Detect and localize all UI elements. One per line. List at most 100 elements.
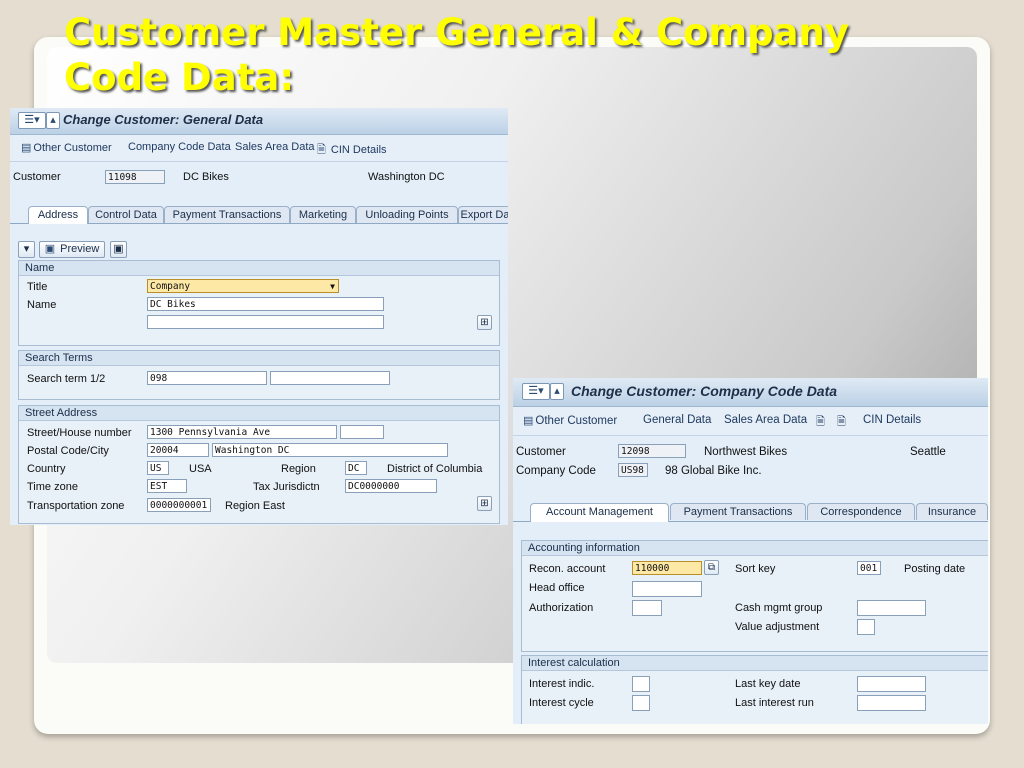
general-tab-strip: Address Control Data Payment Transaction… bbox=[10, 206, 508, 224]
more-address-icon[interactable]: ⊞ bbox=[477, 496, 492, 511]
transport-zone-field[interactable]: 0000000001 bbox=[147, 498, 211, 512]
other-customer-button[interactable]: ▤ Other Customer bbox=[21, 141, 112, 154]
search-term1-field[interactable]: 098 bbox=[147, 371, 267, 385]
company-code-data-button[interactable]: Company Code Data bbox=[128, 141, 231, 153]
sales-area-data-button[interactable]: Sales Area Data bbox=[235, 141, 315, 153]
authorization-label: Authorization bbox=[529, 602, 594, 614]
region-field[interactable]: DC bbox=[345, 461, 367, 475]
country-field[interactable]: US bbox=[147, 461, 169, 475]
interest-cycle-field[interactable] bbox=[632, 695, 650, 711]
name-field[interactable]: DC Bikes bbox=[147, 297, 384, 311]
slide-title: Customer Master General & Company Code D… bbox=[64, 11, 849, 99]
tab-unloading-points[interactable]: Unloading Points bbox=[356, 206, 458, 223]
other-customer-label: Other Customer bbox=[535, 415, 618, 427]
tab-correspondence[interactable]: Correspondence bbox=[807, 503, 915, 520]
tax-jurisdiction-label: Tax Jurisdictn bbox=[253, 481, 320, 493]
search-term2-field[interactable] bbox=[270, 371, 390, 385]
tab-payment-transactions[interactable]: Payment Transactions bbox=[164, 206, 290, 223]
customer-number-field[interactable]: 11098 bbox=[105, 170, 165, 184]
interest-calc-header: Interest calculation bbox=[522, 656, 988, 671]
expand-icon[interactable]: ▾ bbox=[18, 241, 35, 258]
interest-cycle-label: Interest cycle bbox=[529, 697, 594, 709]
tab-insurance[interactable]: Insurance bbox=[916, 503, 988, 520]
customer-label: Customer bbox=[516, 446, 566, 458]
cash-mgmt-group-field[interactable] bbox=[857, 600, 926, 616]
pin-icon[interactable]: ▴ bbox=[550, 383, 564, 400]
general-data-window: ☰▾ ▴ Change Customer: General Data ▤ Othe… bbox=[10, 108, 508, 525]
company-tab-strip: Account Management Payment Transactions … bbox=[513, 503, 988, 522]
head-office-field[interactable] bbox=[632, 581, 702, 597]
postal-code-field[interactable]: 20004 bbox=[147, 443, 209, 457]
value-adjustment-field[interactable] bbox=[857, 619, 875, 635]
value-adjustment-label: Value adjustment bbox=[735, 621, 820, 633]
timezone-label: Time zone bbox=[27, 481, 78, 493]
more-fields-icon[interactable]: ⊞ bbox=[477, 315, 492, 330]
sales-area-data-button[interactable]: Sales Area Data bbox=[724, 414, 807, 426]
accounting-info-header: Accounting information bbox=[522, 541, 988, 556]
tab-control-data[interactable]: Control Data bbox=[88, 206, 164, 223]
tax-jurisdiction-field[interactable]: DC0000000 bbox=[345, 479, 437, 493]
timezone-field[interactable]: EST bbox=[147, 479, 187, 493]
interest-indic-label: Interest indic. bbox=[529, 678, 595, 690]
cin-details-label: CIN Details bbox=[330, 144, 387, 156]
pin-icon[interactable]: ▴ bbox=[46, 112, 60, 129]
last-interest-run-field[interactable] bbox=[857, 695, 926, 711]
document-icon: 🗎 bbox=[317, 144, 326, 156]
company-code-field[interactable]: US98 bbox=[618, 463, 648, 477]
sort-key-field[interactable]: 001 bbox=[857, 561, 881, 575]
street-address-group: Street Address Street/House number 1300 … bbox=[18, 405, 500, 524]
postal-label: Postal Code/City bbox=[27, 445, 109, 457]
document-icon[interactable]: 🗎 bbox=[816, 413, 825, 432]
accounting-info-group: Accounting information Recon. account 11… bbox=[521, 540, 988, 652]
recon-account-field[interactable]: 110000 bbox=[632, 561, 702, 575]
name-group-header: Name bbox=[19, 261, 499, 276]
tab-marketing[interactable]: Marketing bbox=[290, 206, 356, 223]
interest-indic-field[interactable] bbox=[632, 676, 650, 692]
menu-icon[interactable]: ☰▾ bbox=[522, 383, 550, 400]
other-customer-icon: ▤ bbox=[21, 142, 32, 154]
authorization-field[interactable] bbox=[632, 600, 662, 616]
country-label: Country bbox=[27, 463, 66, 475]
company-code-window: ☰▾ ▴ Change Customer: Company Code Data … bbox=[513, 378, 988, 724]
copy-icon[interactable]: ⧉ bbox=[704, 560, 719, 575]
country-name: USA bbox=[189, 463, 212, 475]
city-field[interactable]: Washington DC bbox=[212, 443, 448, 457]
company-window-title: Change Customer: Company Code Data bbox=[571, 383, 838, 399]
street-address-header: Street Address bbox=[19, 406, 499, 421]
tab-address[interactable]: Address bbox=[28, 206, 88, 224]
chevron-down-icon: ▼ bbox=[330, 282, 335, 291]
tab-account-management[interactable]: Account Management bbox=[530, 503, 669, 522]
document-icon[interactable]: 🗎 bbox=[837, 413, 846, 432]
title-dropdown[interactable]: Company ▼ bbox=[147, 279, 339, 293]
last-key-date-field[interactable] bbox=[857, 676, 926, 692]
other-customer-button[interactable]: ▤ Other Customer bbox=[523, 414, 617, 427]
preview-icon: ▣ bbox=[44, 243, 56, 255]
other-customer-icon: ▤ bbox=[523, 415, 534, 427]
general-window-title: Change Customer: General Data bbox=[63, 112, 264, 127]
posting-date-label: Posting date bbox=[904, 563, 966, 575]
general-titlebar: ☰▾ ▴ Change Customer: General Data bbox=[10, 108, 508, 135]
other-customer-label: Other Customer bbox=[33, 142, 112, 154]
company-toolbar: ▤ Other Customer General Data Sales Area … bbox=[513, 407, 988, 436]
preview-button[interactable]: ▣ Preview bbox=[39, 241, 105, 258]
lock-icon[interactable]: ▣ bbox=[110, 241, 127, 258]
tab-export-data[interactable]: Export Da bbox=[458, 206, 508, 223]
transport-zone-name: Region East bbox=[225, 500, 285, 512]
general-data-button[interactable]: General Data bbox=[643, 414, 711, 426]
recon-account-label: Recon. account bbox=[529, 563, 606, 575]
interest-calc-group: Interest calculation Interest indic. Las… bbox=[521, 655, 988, 724]
menu-icon[interactable]: ☰▾ bbox=[18, 112, 46, 129]
company-code-name: 98 Global Bike Inc. bbox=[665, 465, 762, 477]
customer-name: Northwest Bikes bbox=[704, 446, 788, 458]
customer-number-field[interactable]: 12098 bbox=[618, 444, 686, 458]
search-terms-group: Search Terms Search term 1/2 098 bbox=[18, 350, 500, 400]
cin-details-button[interactable]: CIN Details bbox=[863, 414, 921, 426]
sort-key-label: Sort key bbox=[735, 563, 776, 575]
cin-details-button[interactable]: 🗎 CIN Details bbox=[317, 141, 387, 160]
region-name: District of Columbia bbox=[387, 463, 483, 475]
name2-field[interactable] bbox=[147, 315, 384, 329]
search-terms-header: Search Terms bbox=[19, 351, 499, 366]
house-number-field[interactable] bbox=[340, 425, 384, 439]
tab-payment-transactions[interactable]: Payment Transactions bbox=[670, 503, 806, 520]
street-field[interactable]: 1300 Pennsylvania Ave bbox=[147, 425, 337, 439]
